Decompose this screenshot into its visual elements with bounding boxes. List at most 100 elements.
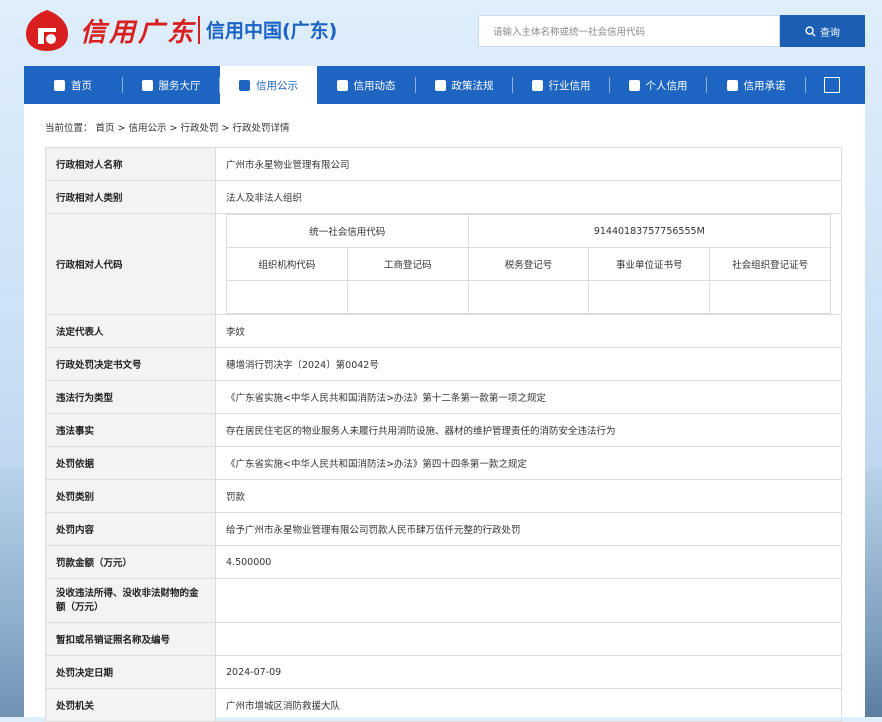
row-label: 违法行为类型	[45, 380, 216, 414]
nav-item-personal-credit[interactable]: 个人信用	[610, 66, 706, 104]
search-button-label: 查询	[820, 27, 840, 39]
expand-icon	[823, 77, 840, 93]
row-label: 处罚决定日期	[45, 655, 216, 689]
bulletin-icon	[239, 79, 250, 91]
row-label: 行政相对人类别	[45, 180, 216, 214]
nav-item-home[interactable]: 首页	[24, 66, 122, 104]
code-subtable-cell: 统一社会信用代码 91440183757756555M 组织机构代码 工商登记码…	[215, 213, 842, 315]
nav-item-credit-news[interactable]: 信用动态	[317, 66, 415, 104]
search-icon	[805, 25, 816, 37]
site-header: 信用广东 信用中国(广东) 查询	[0, 0, 882, 64]
nav-item-industry-credit[interactable]: 行业信用	[513, 66, 609, 104]
row-value: 法人及非法人组织	[215, 180, 842, 214]
nav-item-credit-publicity[interactable]: 信用公示	[220, 66, 317, 104]
table-row: 处罚依据 《广东省实施<中华人民共和国消防法>办法》第四十四条第一款之规定	[45, 446, 842, 480]
nav-item-label: 信用承诺	[743, 79, 786, 92]
row-value: 给予广州市永星物业管理有限公司罚款人民币肆万伍仟元整的行政处罚	[215, 512, 842, 546]
breadcrumb: 当前位置： 首页 > 信用公示 > 行政处罚 > 行政处罚详情	[45, 120, 292, 134]
row-label: 违法事实	[45, 413, 216, 447]
breadcrumb-prefix: 当前位置：	[45, 123, 93, 134]
nav-item-label: 行业信用	[548, 79, 591, 92]
table-row: 统一社会信用代码 91440183757756555M	[226, 214, 832, 248]
nav-expand-button[interactable]	[806, 66, 857, 104]
breadcrumb-home[interactable]: 首页	[96, 123, 115, 134]
row-label: 行政相对人名称	[45, 147, 216, 181]
building-icon	[531, 79, 543, 91]
code-value	[709, 280, 831, 314]
search-button[interactable]: 查询	[780, 15, 865, 47]
code-value	[346, 280, 469, 314]
id-card-icon	[628, 79, 640, 91]
code-value	[467, 280, 590, 314]
nav-item-label: 信用公示	[256, 79, 298, 92]
code-header: 工商登记码	[346, 247, 469, 281]
breadcrumb-current: 行政处罚详情	[232, 123, 290, 134]
nav-item-label: 首页	[71, 79, 92, 92]
logo-text[interactable]: 信用广东	[80, 12, 196, 49]
row-label: 暂扣或吊销证照名称及编号	[45, 622, 216, 656]
code-header: 事业单位证书号	[588, 247, 711, 281]
row-label: 处罚类别	[45, 479, 216, 513]
table-row: 行政处罚决定书文号 穗增消行罚决字〔2024〕第0042号	[45, 347, 842, 381]
search-input[interactable]	[479, 16, 785, 48]
nav-item-policy[interactable]: 政策法规	[416, 66, 512, 104]
row-label: 行政相对人代码	[45, 213, 216, 315]
table-row: 行政相对人代码 统一社会信用代码 91440183757756555M 组织机构…	[45, 213, 842, 315]
row-value: 《广东省实施<中华人民共和国消防法>办法》第四十四条第一款之规定	[215, 446, 842, 480]
nav-item-label: 个人信用	[645, 79, 688, 92]
row-label: 处罚内容	[45, 512, 216, 546]
table-row: 没收违法所得、没收非法财物的金额（万元）	[45, 578, 842, 623]
table-row: 处罚决定日期 2024-07-09	[45, 655, 842, 689]
row-value: 穗增消行罚决字〔2024〕第0042号	[215, 347, 842, 381]
uscc-label: 统一社会信用代码	[226, 214, 469, 248]
row-value: 广州市永星物业管理有限公司	[215, 147, 842, 181]
code-subtable: 统一社会信用代码 91440183757756555M 组织机构代码 工商登记码…	[226, 214, 832, 314]
table-row: 暂扣或吊销证照名称及编号	[45, 622, 842, 656]
row-value: 罚款	[215, 479, 842, 513]
row-label: 没收违法所得、没收非法财物的金额（万元）	[45, 578, 216, 623]
code-header: 社会组织登记证号	[709, 247, 831, 281]
row-value	[215, 622, 842, 656]
table-row: 罚款金额（万元） 4.500000	[45, 545, 842, 579]
breadcrumb-credit-publicity[interactable]: 信用公示	[129, 123, 167, 134]
breadcrumb-separator: >	[169, 123, 178, 134]
nav-item-label: 服务大厅	[158, 79, 201, 92]
code-value	[588, 280, 711, 314]
table-row: 处罚内容 给予广州市永星物业管理有限公司罚款人民币肆万伍仟元整的行政处罚	[45, 512, 842, 546]
row-label: 行政处罚决定书文号	[45, 347, 216, 381]
home-icon	[54, 79, 65, 91]
book-icon	[434, 79, 446, 91]
uscc-value: 91440183757756555M	[467, 214, 832, 248]
row-value: 存在居民住宅区的物业服务人未履行共用消防设施、器材的维护管理责任的消防安全违法行…	[215, 413, 842, 447]
shield-check-icon	[726, 79, 738, 91]
breadcrumb-separator: >	[221, 123, 230, 134]
main-nav: 首页 服务大厅 信用公示 信用动态 政策法规 行业信用 个人信用 信用承诺	[24, 66, 865, 104]
penalty-detail-table: 行政相对人名称 广州市永星物业管理有限公司 行政相对人类别 法人及非法人组织 行…	[45, 147, 842, 722]
nav-item-label: 政策法规	[451, 79, 494, 92]
search-box	[478, 15, 785, 48]
row-label: 罚款金额（万元）	[45, 545, 216, 579]
row-value: 2024-07-09	[215, 655, 842, 689]
table-row: 法定代表人 李妏	[45, 314, 842, 348]
nav-item-service-hall[interactable]: 服务大厅	[123, 66, 219, 104]
site-title[interactable]: 信用中国(广东)	[206, 16, 337, 43]
table-row: 行政相对人类别 法人及非法人组织	[45, 180, 842, 214]
code-header: 税务登记号	[467, 247, 590, 281]
table-row	[226, 280, 831, 314]
table-row: 行政相对人名称 广州市永星物业管理有限公司	[45, 147, 842, 181]
logo-icon	[26, 10, 68, 51]
table-row: 组织机构代码 工商登记码 税务登记号 事业单位证书号 社会组织登记证号	[226, 247, 831, 281]
table-row: 处罚类别 罚款	[45, 479, 842, 513]
row-value: 《广东省实施<中华人民共和国消防法>办法》第十二条第一款第一项之规定	[215, 380, 842, 414]
nav-item-credit-commitment[interactable]: 信用承诺	[707, 66, 805, 104]
content-panel: 当前位置： 首页 > 信用公示 > 行政处罚 > 行政处罚详情 行政相对人名称 广州市永星物业…	[24, 104, 865, 722]
background-scenery-left	[0, 470, 24, 717]
code-header: 组织机构代码	[226, 247, 348, 281]
logo-divider	[198, 16, 200, 44]
table-row: 违法行为类型 《广东省实施<中华人民共和国消防法>办法》第十二条第一款第一项之规定	[45, 380, 842, 414]
table-row: 违法事实 存在居民住宅区的物业服务人未履行共用消防设施、器材的维护管理责任的消防安…	[45, 413, 842, 447]
breadcrumb-separator: >	[117, 123, 126, 134]
breadcrumb-admin-penalty[interactable]: 行政处罚	[180, 123, 218, 134]
row-value: 4.500000	[215, 545, 842, 579]
row-value	[215, 578, 842, 623]
